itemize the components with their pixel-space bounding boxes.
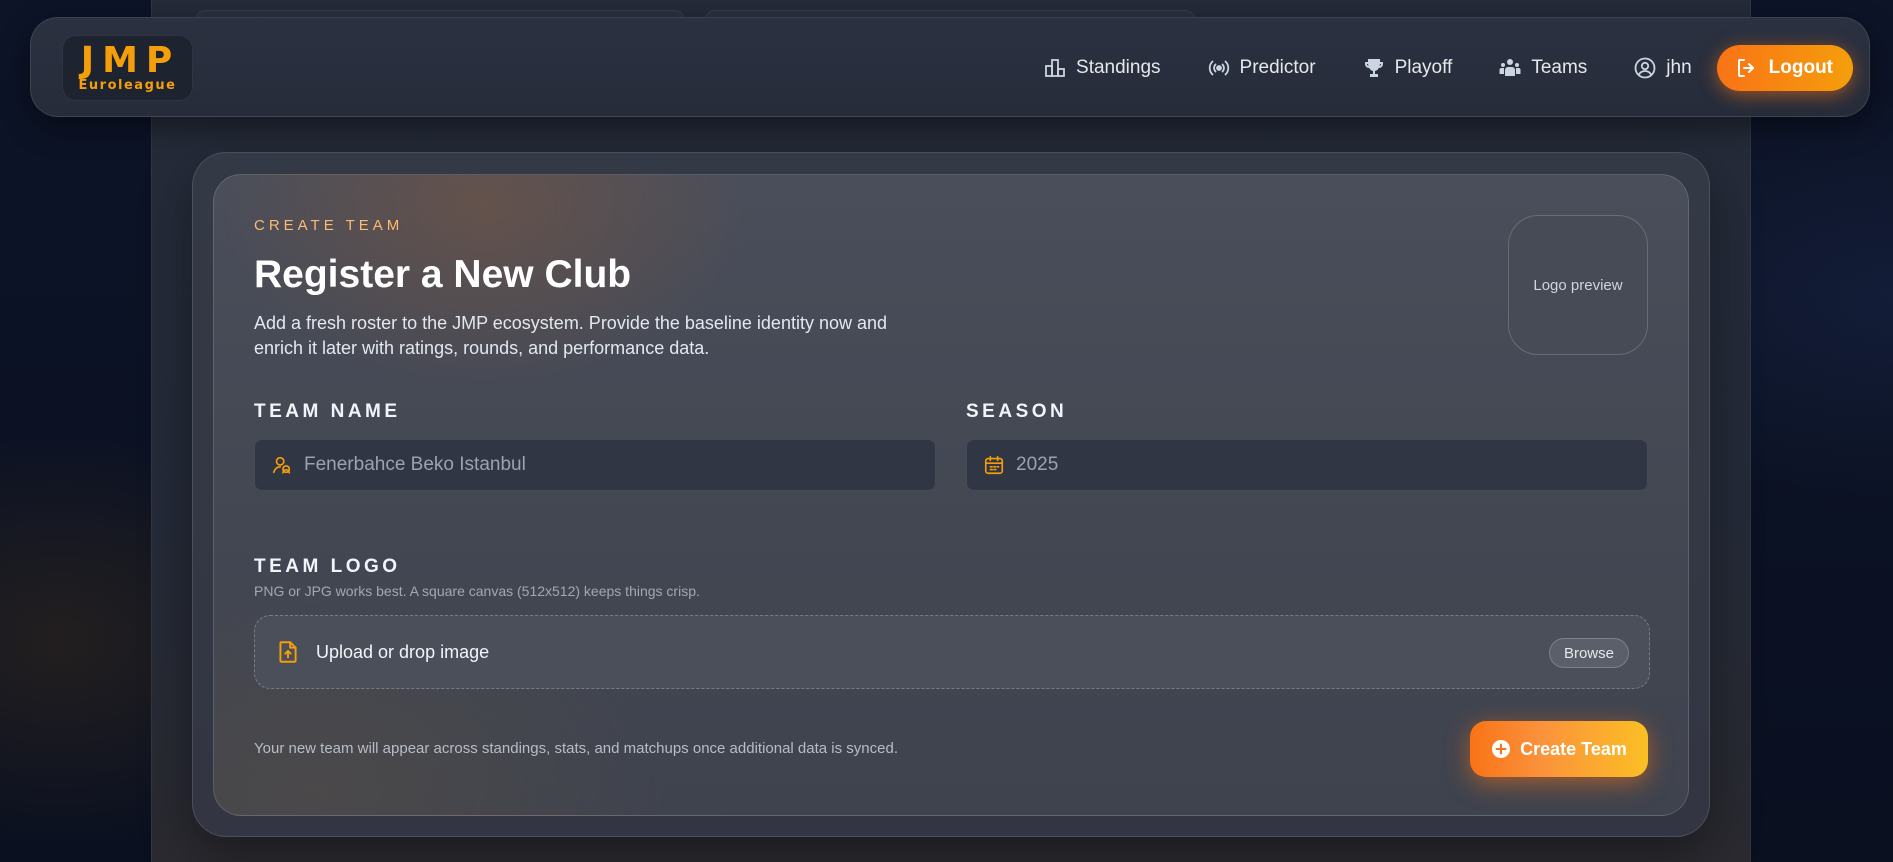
nav-item-playoff[interactable]: Playoff <box>1362 56 1453 80</box>
podium-icon <box>1045 59 1065 77</box>
plus-circle-icon <box>1492 740 1511 758</box>
logout-icon <box>1737 59 1754 77</box>
team-name-label: TEAM NAME <box>254 401 401 422</box>
file-upload-icon <box>279 641 297 663</box>
user-circle-icon <box>1634 57 1656 79</box>
browse-button[interactable]: Browse <box>1548 638 1629 668</box>
logout-button[interactable]: Logout <box>1716 45 1853 91</box>
trophy-icon <box>1364 59 1383 77</box>
nav-label: Standings <box>1076 57 1161 78</box>
create-team-button[interactable]: Create Team <box>1470 721 1648 777</box>
nav-label: Predictor <box>1239 57 1316 78</box>
team-logo-label: TEAM LOGO <box>254 556 401 577</box>
logo-preview: Logo preview <box>1508 215 1648 355</box>
team-logo-hint: PNG or JPG works best. A square canvas (… <box>254 583 700 599</box>
logo-dropzone[interactable]: Upload or drop image Browse <box>254 615 1650 689</box>
nav-item-user[interactable]: jhn <box>1633 56 1692 80</box>
user-name: jhn <box>1666 57 1692 78</box>
create-team-form: CREATE TEAM Register a New Club Add a fr… <box>213 174 1689 816</box>
broadcast-icon <box>1208 60 1229 76</box>
logo-subtitle: Euroleague <box>78 78 177 93</box>
calendar-icon <box>984 455 1004 475</box>
logout-label: Logout <box>1768 57 1833 78</box>
user-icon <box>272 456 291 474</box>
form-footer-note: Your new team will appear across standin… <box>254 740 898 757</box>
season-label: SEASON <box>966 401 1068 422</box>
users-icon <box>1499 59 1521 76</box>
logo-wordmark: JMP <box>80 40 181 81</box>
top-navbar: JMP Euroleague Standings Predictor Playo… <box>30 17 1870 117</box>
nav-item-standings[interactable]: Standings <box>1043 56 1161 80</box>
create-team-label: Create Team <box>1520 738 1627 759</box>
form-eyebrow: CREATE TEAM <box>254 217 404 234</box>
brand-logo[interactable]: JMP Euroleague <box>62 35 193 101</box>
season-input[interactable] <box>1016 454 1616 476</box>
nav-label: Teams <box>1531 57 1588 78</box>
dropzone-label: Upload or drop image <box>316 641 490 662</box>
nav-item-predictor[interactable]: Predictor <box>1207 56 1316 80</box>
nav-label: Playoff <box>1394 57 1453 78</box>
form-description: Add a fresh roster to the JMP ecosystem.… <box>254 313 888 358</box>
team-name-field <box>254 439 936 491</box>
page-title: Register a New Club <box>254 253 632 296</box>
season-field <box>966 439 1648 491</box>
nav-menu: Standings Predictor Playoff Teams jhn Lo… <box>1043 45 1853 91</box>
team-name-input[interactable] <box>304 454 904 476</box>
nav-item-teams[interactable]: Teams <box>1498 56 1587 80</box>
logo-preview-label: Logo preview <box>1533 276 1623 294</box>
